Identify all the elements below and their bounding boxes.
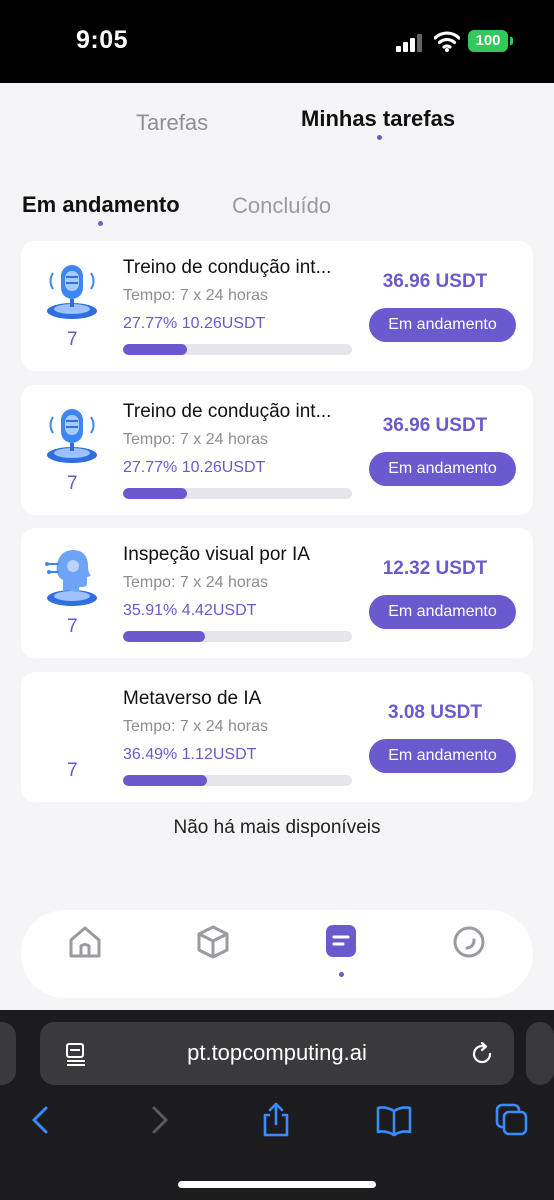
ai-head-icon bbox=[45, 550, 97, 606]
home-icon[interactable] bbox=[65, 924, 105, 960]
active-subtab-indicator bbox=[98, 221, 103, 226]
task-amount: 12.32 USDT bbox=[382, 558, 488, 579]
reload-icon[interactable] bbox=[470, 1042, 494, 1066]
microphone-ai-icon bbox=[47, 409, 97, 463]
task-profit: 27.77% 10.26USDT bbox=[123, 315, 266, 332]
task-amount: 3.08 USDT bbox=[388, 702, 482, 723]
task-profit: 27.77% 10.26USDT bbox=[123, 459, 266, 476]
tab-tasks[interactable]: Tarefas bbox=[136, 110, 208, 136]
home-indicator bbox=[178, 1181, 376, 1188]
task-duration: Tempo: 7 x 24 horas bbox=[123, 431, 268, 448]
progress-bar bbox=[123, 631, 352, 642]
status-button[interactable]: Em andamento bbox=[369, 452, 516, 486]
status-button[interactable]: Em andamento bbox=[369, 308, 516, 342]
progress-fill bbox=[123, 775, 207, 786]
task-amount: 36.96 USDT bbox=[382, 415, 488, 436]
task-duration: Tempo: 7 x 24 horas bbox=[123, 287, 268, 304]
task-title: Treino de condução int... bbox=[123, 257, 332, 278]
task-card[interactable]: 7 Metaverso de IA Tempo: 7 x 24 horas 36… bbox=[21, 672, 533, 802]
task-level: 7 bbox=[67, 760, 78, 781]
task-card[interactable]: 7 Treino de condução int... Tempo: 7 x 2… bbox=[21, 385, 533, 515]
subtab-in-progress[interactable]: Em andamento bbox=[22, 192, 180, 218]
task-title: Inspeção visual por IA bbox=[123, 544, 310, 565]
task-title: Treino de condução int... bbox=[123, 401, 332, 422]
tasks-icon[interactable] bbox=[321, 924, 361, 960]
task-profit: 36.49% 1.12USDT bbox=[123, 746, 257, 763]
cellular-signal-icon bbox=[396, 34, 422, 52]
app-content: Tarefas Minhas tarefas Em andamento Conc… bbox=[0, 83, 554, 1010]
share-icon[interactable] bbox=[258, 1102, 294, 1138]
bottom-nav bbox=[21, 910, 533, 998]
task-level: 7 bbox=[67, 329, 78, 350]
profile-icon[interactable] bbox=[449, 924, 489, 960]
back-icon[interactable] bbox=[22, 1102, 58, 1138]
progress-fill bbox=[123, 344, 187, 355]
task-title: Metaverso de IA bbox=[123, 688, 262, 709]
previous-tab-peek[interactable] bbox=[0, 1022, 16, 1085]
cube-icon[interactable] bbox=[193, 924, 233, 960]
task-level: 7 bbox=[67, 616, 78, 637]
progress-fill bbox=[123, 631, 206, 642]
progress-bar bbox=[123, 344, 352, 355]
tabs-icon[interactable] bbox=[494, 1102, 530, 1138]
task-profit: 35.91% 4.42USDT bbox=[123, 602, 257, 619]
no-more-message: Não há mais disponíveis bbox=[173, 817, 381, 838]
microphone-ai-icon bbox=[47, 265, 97, 319]
forward-icon[interactable] bbox=[142, 1102, 178, 1138]
task-amount: 36.96 USDT bbox=[382, 271, 488, 292]
progress-fill bbox=[123, 488, 187, 499]
progress-bar bbox=[123, 488, 352, 499]
active-tab-indicator bbox=[377, 135, 382, 140]
task-duration: Tempo: 7 x 24 horas bbox=[123, 718, 268, 735]
address-bar[interactable]: pt.topcomputing.ai bbox=[40, 1022, 514, 1085]
active-nav-indicator bbox=[339, 972, 344, 977]
subtab-completed[interactable]: Concluído bbox=[232, 193, 331, 219]
status-button[interactable]: Em andamento bbox=[369, 739, 516, 773]
tab-my-tasks[interactable]: Minhas tarefas bbox=[301, 106, 455, 132]
progress-bar bbox=[123, 775, 352, 786]
status-time: 9:05 bbox=[76, 26, 129, 54]
url-text: pt.topcomputing.ai bbox=[187, 1040, 367, 1065]
task-duration: Tempo: 7 x 24 horas bbox=[123, 574, 268, 591]
task-card[interactable]: 7 Treino de condução int... Tempo: 7 x 2… bbox=[21, 241, 533, 371]
battery-indicator: 100 bbox=[468, 30, 513, 52]
status-bar: 9:05 100 bbox=[0, 0, 554, 83]
browser-toolbar: pt.topcomputing.ai bbox=[0, 1010, 554, 1200]
task-level: 7 bbox=[67, 473, 78, 494]
next-tab-peek[interactable] bbox=[526, 1022, 554, 1085]
wifi-icon bbox=[434, 31, 460, 52]
task-card[interactable]: 7 Inspeção visual por IA Tempo: 7 x 24 h… bbox=[21, 528, 533, 658]
status-button[interactable]: Em andamento bbox=[369, 595, 516, 629]
bookmarks-icon[interactable] bbox=[376, 1102, 412, 1138]
